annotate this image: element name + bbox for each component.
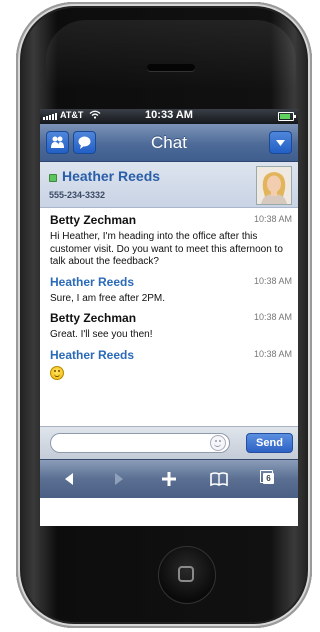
- add-button[interactable]: [158, 469, 180, 489]
- avatar-photo: [257, 167, 291, 204]
- message-input[interactable]: [50, 433, 230, 453]
- tabs-button[interactable]: 6: [260, 469, 282, 489]
- smiley-emoji-icon: [50, 365, 64, 380]
- forward-arrow-icon: [115, 473, 123, 485]
- online-status-icon: [49, 174, 57, 182]
- message-item: Heather Reeds 10:38 AM Sure, I am free a…: [50, 275, 292, 306]
- message-text: Sure, I am free after 2PM.: [50, 292, 166, 304]
- contact-avatar: [256, 166, 292, 205]
- message-text: Hi Heather, I'm heading into the office …: [50, 231, 283, 267]
- message-timestamp: 10:38 AM: [253, 348, 292, 359]
- home-square-icon: [178, 566, 194, 582]
- message-item: Betty Zechman 10:38 AM Hi Heather, I'm h…: [50, 213, 292, 269]
- home-button[interactable]: [158, 546, 216, 604]
- bookmarks-button[interactable]: [208, 469, 230, 489]
- phone-screen: AT&T 10:33 AM Chat Heather Reeds 555-234…: [40, 109, 298, 526]
- plus-icon: [162, 472, 176, 486]
- back-button[interactable]: [59, 469, 81, 489]
- emoji-picker-icon[interactable]: [210, 435, 226, 451]
- status-bar: AT&T 10:33 AM: [40, 109, 298, 124]
- contact-phone: 555-234-3332: [49, 190, 106, 200]
- send-button[interactable]: Send: [246, 433, 293, 453]
- contact-header[interactable]: Heather Reeds 555-234-3332: [40, 162, 298, 208]
- chat-navbar: Chat: [40, 124, 298, 162]
- contact-name: Heather Reeds: [62, 168, 161, 184]
- forward-button[interactable]: [107, 469, 129, 489]
- bookmarks-icon: [210, 472, 228, 487]
- back-arrow-icon: [65, 473, 73, 485]
- message-item: Heather Reeds 10:38 AM: [50, 348, 292, 380]
- status-time: 10:33 AM: [145, 109, 193, 121]
- browser-toolbar: 6: [40, 459, 298, 498]
- message-item: Betty Zechman 10:38 AM Great. I'll see y…: [50, 311, 292, 342]
- device-gloss: [46, 20, 296, 90]
- message-timestamp: 10:38 AM: [253, 312, 292, 322]
- message-timestamp: 10:38 AM: [253, 275, 292, 286]
- compose-bar: Send: [40, 426, 298, 459]
- message-text: Great. I'll see you then!: [50, 329, 153, 340]
- message-timestamp: 10:38 AM: [253, 214, 292, 224]
- chevron-down-icon: [276, 140, 285, 146]
- tabs-icon: 6: [260, 470, 274, 484]
- page-title: Chat: [151, 133, 187, 152]
- battery-icon: [278, 112, 296, 121]
- earpiece-speaker: [147, 64, 195, 71]
- menu-dropdown-button[interactable]: [269, 131, 292, 154]
